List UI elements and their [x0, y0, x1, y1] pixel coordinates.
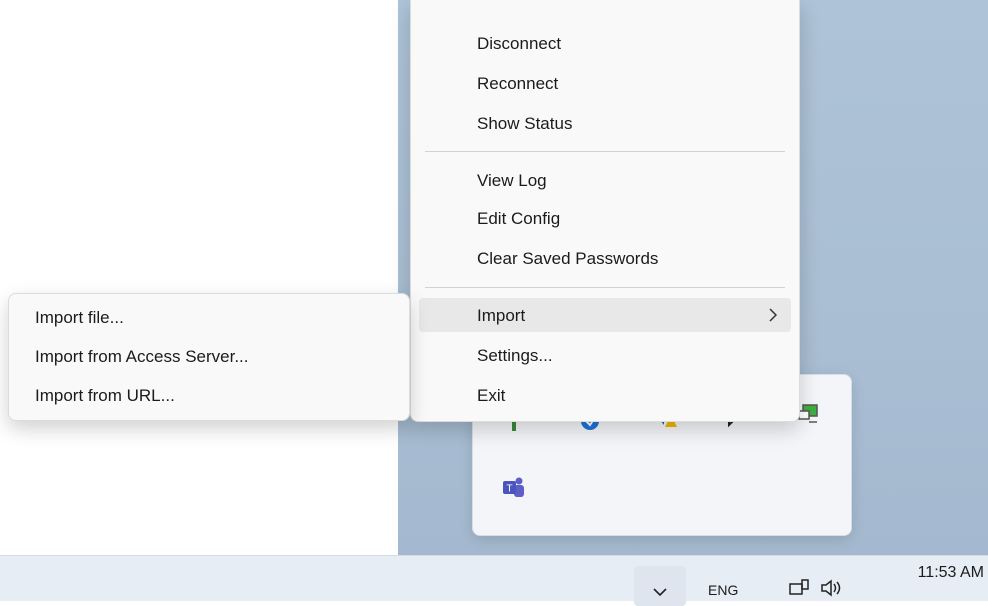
menu-separator	[425, 287, 785, 288]
teams-icon[interactable]: T	[501, 475, 527, 501]
menu-item-label: Show Status	[477, 114, 573, 133]
menu-item-label: Disconnect	[477, 34, 562, 53]
menu-item-edit-config[interactable]: Edit Config	[419, 201, 791, 235]
menu-item-label: Reconnect	[477, 74, 559, 93]
menu-item-label: Exit	[477, 386, 506, 405]
submenu-item-label: Import from URL...	[35, 386, 175, 405]
tray-context-menu: Disconnect Reconnect Show Status View Lo…	[410, 0, 800, 422]
taskbar: ENG 11:53 AM	[0, 555, 988, 606]
import-submenu: Import file... Import from Access Server…	[8, 293, 410, 421]
menu-item-disconnect[interactable]: Disconnect	[419, 26, 791, 60]
menu-item-label: Clear Saved Passwords	[477, 249, 659, 268]
menu-item-clear-saved-passwords[interactable]: Clear Saved Passwords	[419, 241, 791, 275]
volume-icon[interactable]	[820, 578, 844, 598]
menu-item-settings[interactable]: Settings...	[419, 338, 791, 372]
chevron-right-icon	[769, 308, 777, 322]
menu-item-label: Edit Config	[477, 209, 561, 228]
menu-item-label: Import	[477, 306, 526, 325]
menu-item-label: Settings...	[477, 346, 553, 365]
menu-item-label: View Log	[477, 171, 547, 190]
menu-item-import[interactable]: Import	[419, 298, 791, 332]
desktop-background-left	[0, 0, 398, 555]
show-hidden-icons-button[interactable]	[634, 566, 686, 606]
svg-text:T: T	[507, 484, 513, 495]
menu-separator	[425, 151, 785, 152]
menu-item-exit[interactable]: Exit	[419, 378, 791, 412]
monitor-connected-icon[interactable]	[797, 403, 823, 429]
language-indicator[interactable]: ENG	[708, 582, 738, 598]
submenu-item-import-access-server[interactable]: Import from Access Server...	[15, 339, 403, 373]
submenu-item-import-url[interactable]: Import from URL...	[15, 378, 403, 412]
submenu-item-label: Import file...	[35, 308, 124, 327]
menu-item-show-status[interactable]: Show Status	[419, 106, 791, 140]
network-icon[interactable]	[788, 578, 810, 598]
submenu-item-label: Import from Access Server...	[35, 347, 249, 366]
chevron-down-icon	[653, 588, 667, 596]
menu-item-reconnect[interactable]: Reconnect	[419, 66, 791, 100]
menu-item-view-log[interactable]: View Log	[419, 163, 791, 197]
submenu-item-import-file[interactable]: Import file...	[15, 300, 403, 334]
clock-time[interactable]: 11:53 AM	[918, 564, 984, 582]
